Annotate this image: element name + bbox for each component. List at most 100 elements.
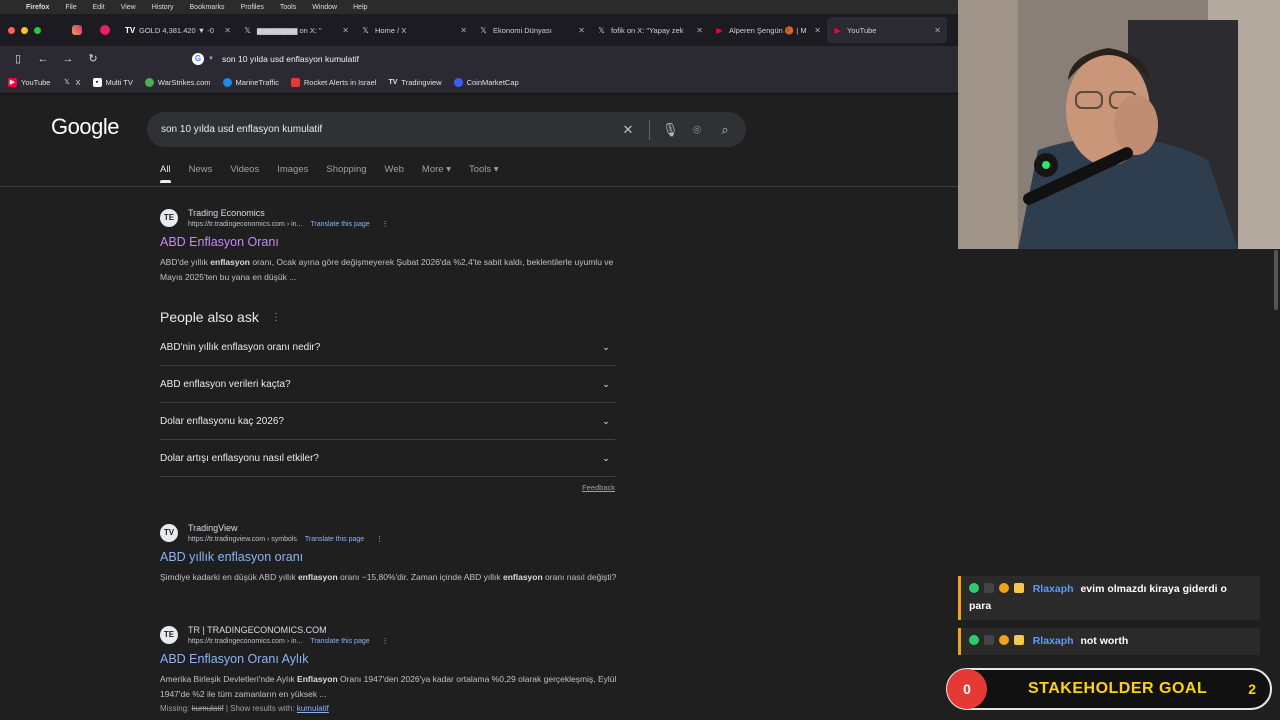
show-results-link[interactable]: kumulatif xyxy=(297,704,329,713)
chevron-down-icon[interactable]: ▼ xyxy=(208,56,214,62)
tab-tools[interactable]: Tools ▾ xyxy=(469,164,499,183)
menu-profiles[interactable]: Profiles xyxy=(241,4,264,11)
menu-history[interactable]: History xyxy=(152,4,174,11)
bookmark-x[interactable]: 𝕏 X xyxy=(62,78,80,87)
more-options-icon[interactable]: ⋮ xyxy=(271,312,281,323)
result-source[interactable]: TV TradingView https://tr.tradingview.co… xyxy=(160,523,620,543)
menu-file[interactable]: File xyxy=(65,4,76,11)
apple-icon[interactable] xyxy=(8,2,18,12)
tab-more[interactable]: More ▾ xyxy=(422,164,451,183)
close-icon[interactable]: ✕ xyxy=(224,26,231,35)
search-box[interactable]: son 10 yılda usd enflasyon kumulatif ✕ 🎙… xyxy=(147,112,746,147)
bookmark-youtube[interactable]: ▶ YouTube xyxy=(8,78,50,87)
google-logo[interactable]: Google xyxy=(51,114,119,140)
menu-help[interactable]: Help xyxy=(353,4,367,11)
bookmark-tradingview[interactable]: TV Tradingview xyxy=(388,78,441,87)
tab-news[interactable]: News xyxy=(189,164,213,183)
result-title-link[interactable]: ABD Enflasyon Oranı xyxy=(160,235,620,249)
camera-icon[interactable]: ⌾ xyxy=(690,122,704,137)
tab-fofik[interactable]: 𝕏 fofik on X: "Yapay zek ✕ xyxy=(591,17,709,43)
menu-window[interactable]: Window xyxy=(312,4,337,11)
more-options-icon[interactable]: ⋮ xyxy=(382,638,389,645)
menu-edit[interactable]: Edit xyxy=(93,4,105,11)
tab-home-x[interactable]: 𝕏 Home / X ✕ xyxy=(355,17,473,43)
tab-label: Ekonomi Dünyası xyxy=(493,25,552,35)
tab-images[interactable]: Images xyxy=(277,164,308,183)
site-url: https://tr.tradingeconomics.com › in... … xyxy=(188,637,389,645)
tab-all[interactable]: All xyxy=(160,164,171,183)
address-bar[interactable]: G ▼ son 10 yılda usd enflasyon kumulatif xyxy=(186,50,916,68)
feedback-link[interactable]: Feedback xyxy=(582,483,615,492)
paa-question[interactable]: ABD'nin yıllık enflasyon oranı nedir? ⌄ xyxy=(160,329,615,366)
tab-label: GOLD 4,381.420 ▼ -0 xyxy=(139,25,214,35)
tab-videos[interactable]: Videos xyxy=(230,164,259,183)
translate-link[interactable]: Translate this page xyxy=(310,638,369,645)
search-icon[interactable]: ⌕ xyxy=(718,122,732,137)
forward-icon[interactable]: → xyxy=(61,52,75,66)
close-icon[interactable]: ✕ xyxy=(578,26,585,35)
close-icon[interactable]: ✕ xyxy=(814,26,821,35)
clear-icon[interactable]: ✕ xyxy=(621,122,635,137)
result-source[interactable]: TE Trading Economics https://tr.tradinge… xyxy=(160,208,620,228)
tradingview-icon: TV xyxy=(125,25,136,35)
translate-link[interactable]: Translate this page xyxy=(305,536,364,543)
url-text[interactable]: son 10 yılda usd enflasyon kumulatif xyxy=(222,54,359,64)
close-window-button[interactable] xyxy=(8,26,15,34)
microphone-icon[interactable]: 🎙 xyxy=(662,122,679,137)
bookmark-label: Tradingview xyxy=(401,78,442,87)
zoom-window-button[interactable] xyxy=(34,26,41,34)
bookmark-multi-tv[interactable]: ▪ Multi TV xyxy=(92,78,133,87)
gift-badge-icon xyxy=(1013,583,1024,593)
paa-question[interactable]: Dolar enflasyonu kaç 2026? ⌄ xyxy=(160,403,615,440)
tradingview-icon: TV xyxy=(388,79,398,86)
chat-username[interactable]: Rlaxaph xyxy=(1033,635,1074,647)
close-icon[interactable]: ✕ xyxy=(696,26,703,35)
x-icon: 𝕏 xyxy=(480,25,487,35)
pinned-tab-icon[interactable] xyxy=(100,25,110,35)
tab-alperen[interactable]: ▶ Alperen Şengün 🏀 | M ✕ xyxy=(709,17,827,43)
minimize-window-button[interactable] xyxy=(21,26,28,34)
bookmark-marinetraffic[interactable]: MarineTraffic xyxy=(222,78,279,87)
tab-shopping[interactable]: Shopping xyxy=(326,164,366,183)
instagram-icon[interactable] xyxy=(72,25,82,35)
result-source[interactable]: TE TR | TRADINGECONOMICS.COM https://tr.… xyxy=(160,625,620,645)
sidebar-icon[interactable]: ▯ xyxy=(11,52,25,66)
chevron-down-icon[interactable]: ⌄ xyxy=(597,338,615,356)
paa-question[interactable]: ABD enflasyon verileri kaçta? ⌄ xyxy=(160,366,615,403)
close-icon[interactable]: ✕ xyxy=(934,26,941,35)
tab-gold[interactable]: TV GOLD 4,381.420 ▼ -0 ✕ xyxy=(119,17,237,43)
tab-web[interactable]: Web xyxy=(385,164,404,183)
back-icon[interactable]: ← xyxy=(36,52,50,66)
menu-view[interactable]: View xyxy=(121,4,136,11)
tab-ekonomi[interactable]: 𝕏 Ekonomi Dünyası ✕ xyxy=(473,17,591,43)
result-title-link[interactable]: ABD yıllık enflasyon oranı xyxy=(160,550,620,564)
bookmark-warstrikes[interactable]: WarStrikes.com xyxy=(144,78,211,87)
chat-username[interactable]: Rlaxaph xyxy=(1033,583,1074,595)
google-results-page: Google son 10 yılda usd enflasyon kumula… xyxy=(0,94,960,720)
menu-tools[interactable]: Tools xyxy=(280,4,296,11)
paa-question[interactable]: Dolar artışı enflasyonu nasıl etkiler? ⌄ xyxy=(160,440,615,477)
more-options-icon[interactable]: ⋮ xyxy=(376,536,383,543)
url-text: https://tr.tradingeconomics.com › in... xyxy=(188,638,303,645)
more-options-icon[interactable]: ⋮ xyxy=(382,221,389,228)
chevron-down-icon[interactable]: ⌄ xyxy=(597,449,615,467)
menu-bookmarks[interactable]: Bookmarks xyxy=(190,4,225,11)
tab-x-post[interactable]: 𝕏 ▆▆▆▆▆▆▆ on X: " ✕ xyxy=(237,17,355,43)
search-input[interactable]: son 10 yılda usd enflasyon kumulatif xyxy=(161,124,621,135)
bookmark-coinmarketcap[interactable]: CoinMarketCap xyxy=(453,78,519,87)
bookmark-rocket-alerts[interactable]: Rocket Alerts in Israel xyxy=(290,78,376,87)
x-icon: 𝕏 xyxy=(64,79,70,86)
chevron-down-icon[interactable]: ⌄ xyxy=(597,375,615,393)
scrollbar[interactable] xyxy=(1274,250,1278,310)
menu-firefox[interactable]: Firefox xyxy=(26,4,49,11)
google-icon[interactable]: G xyxy=(192,53,204,65)
close-icon[interactable]: ✕ xyxy=(460,26,467,35)
bookmark-label: X xyxy=(75,78,81,87)
tab-youtube[interactable]: ▶ YouTube ✕ xyxy=(827,17,947,43)
x-icon: 𝕏 xyxy=(244,25,251,35)
close-icon[interactable]: ✕ xyxy=(342,26,349,35)
result-title-link[interactable]: ABD Enflasyon Oranı Aylık xyxy=(160,652,620,666)
reload-icon[interactable]: ↻ xyxy=(86,52,100,66)
chevron-down-icon[interactable]: ⌄ xyxy=(597,412,615,430)
translate-link[interactable]: Translate this page xyxy=(310,221,369,228)
